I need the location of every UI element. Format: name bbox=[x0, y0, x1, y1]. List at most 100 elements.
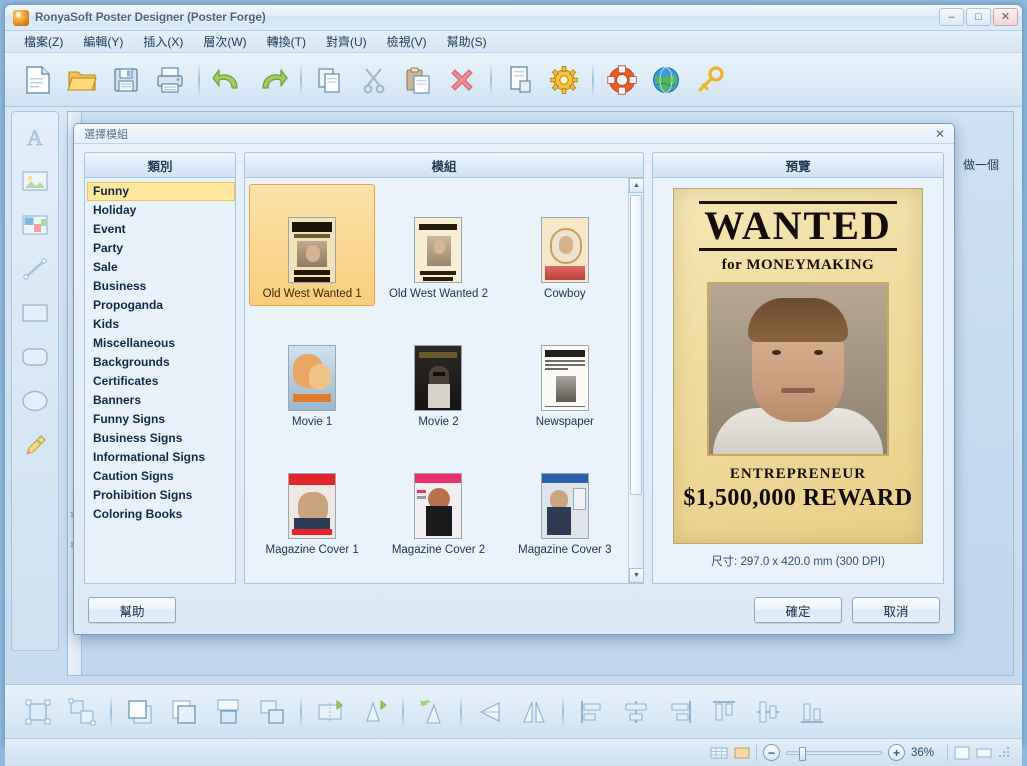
template-item-old-west-wanted-2[interactable]: Old West Wanted 2 bbox=[375, 184, 501, 306]
page-color-icon[interactable] bbox=[734, 746, 750, 760]
new-document-button[interactable] bbox=[17, 59, 59, 101]
template-item-old-west-wanted-1[interactable]: Old West Wanted 1 bbox=[249, 184, 375, 306]
template-scrollbar[interactable]: ▲ ▼ bbox=[628, 178, 643, 583]
template-item-movie-2[interactable]: Movie 2 bbox=[375, 312, 501, 434]
ellipse-tool-button[interactable] bbox=[16, 382, 54, 420]
category-item-funny-signs[interactable]: Funny Signs bbox=[87, 410, 235, 429]
cancel-button[interactable]: 取消 bbox=[852, 597, 940, 623]
align-right-button[interactable] bbox=[659, 691, 701, 733]
menu-file[interactable]: 檔案(Z) bbox=[15, 31, 72, 52]
fit-width-icon[interactable] bbox=[976, 746, 992, 760]
menu-layer[interactable]: 層次(W) bbox=[194, 31, 255, 52]
category-item-sale[interactable]: Sale bbox=[87, 258, 235, 277]
template-item-newspaper[interactable]: Newspaper bbox=[502, 312, 628, 434]
help-button[interactable]: 幫助 bbox=[88, 597, 176, 623]
line-tool-button[interactable] bbox=[16, 250, 54, 288]
scrollbar-thumb[interactable] bbox=[630, 195, 642, 495]
rounded-rectangle-tool-button[interactable] bbox=[16, 338, 54, 376]
send-backward-button[interactable] bbox=[251, 691, 293, 733]
grid-view-icon[interactable] bbox=[710, 746, 728, 760]
zoom-in-button[interactable]: + bbox=[888, 744, 905, 761]
category-item-banners[interactable]: Banners bbox=[87, 391, 235, 410]
save-button[interactable] bbox=[105, 59, 147, 101]
menu-view[interactable]: 檢視(V) bbox=[378, 31, 436, 52]
close-button[interactable]: ✕ bbox=[993, 8, 1018, 26]
undo-button[interactable] bbox=[207, 59, 249, 101]
category-item-certificates[interactable]: Certificates bbox=[87, 372, 235, 391]
ok-button[interactable]: 確定 bbox=[754, 597, 842, 623]
align-top-button[interactable] bbox=[703, 691, 745, 733]
settings-button[interactable] bbox=[543, 59, 585, 101]
template-scroll-area[interactable]: Old West Wanted 1 bbox=[245, 178, 628, 583]
mirror-button[interactable] bbox=[469, 691, 511, 733]
category-item-business-signs[interactable]: Business Signs bbox=[87, 429, 235, 448]
copy-button[interactable] bbox=[309, 59, 351, 101]
menu-edit[interactable]: 編輯(Y) bbox=[74, 31, 132, 52]
skew-button[interactable] bbox=[513, 691, 555, 733]
category-item-prohibition-signs[interactable]: Prohibition Signs bbox=[87, 486, 235, 505]
zoom-slider[interactable] bbox=[786, 751, 882, 755]
category-list[interactable]: Funny Holiday Event Party Sale Business … bbox=[84, 178, 236, 584]
pencil-tool-button[interactable] bbox=[16, 426, 54, 464]
clipart-tool-button[interactable] bbox=[16, 206, 54, 244]
category-item-miscellaneous[interactable]: Miscellaneous bbox=[87, 334, 235, 353]
align-left-button[interactable] bbox=[571, 691, 613, 733]
ungroup-button[interactable] bbox=[61, 691, 103, 733]
open-folder-button[interactable] bbox=[61, 59, 103, 101]
flip-vertical-button[interactable] bbox=[353, 691, 395, 733]
image-tool-button[interactable] bbox=[16, 162, 54, 200]
category-item-party[interactable]: Party bbox=[87, 239, 235, 258]
group-button[interactable] bbox=[17, 691, 59, 733]
minimize-button[interactable]: – bbox=[939, 8, 964, 26]
template-item-billboard-3[interactable]: Billboard 3 bbox=[502, 568, 628, 584]
template-item-cowboy[interactable]: Cowboy bbox=[502, 184, 628, 306]
category-item-kids[interactable]: Kids bbox=[87, 315, 235, 334]
menu-transform[interactable]: 轉換(T) bbox=[258, 31, 315, 52]
template-item-magazine-cover-3[interactable]: Magazine Cover 3 bbox=[502, 440, 628, 562]
website-button[interactable] bbox=[645, 59, 687, 101]
align-middle-button[interactable] bbox=[747, 691, 789, 733]
cut-button[interactable] bbox=[353, 59, 395, 101]
category-item-coloring-books[interactable]: Coloring Books bbox=[87, 505, 235, 524]
redo-button[interactable] bbox=[251, 59, 293, 101]
menu-align[interactable]: 對齊(U) bbox=[317, 31, 376, 52]
category-item-caution-signs[interactable]: Caution Signs bbox=[87, 467, 235, 486]
print-button[interactable] bbox=[149, 59, 191, 101]
align-bottom-button[interactable] bbox=[791, 691, 833, 733]
paste-button[interactable] bbox=[397, 59, 439, 101]
license-key-button[interactable] bbox=[689, 59, 731, 101]
flip-horizontal-button[interactable] bbox=[309, 691, 351, 733]
category-item-funny[interactable]: Funny bbox=[87, 182, 235, 201]
menu-help[interactable]: 幫助(S) bbox=[438, 31, 496, 52]
send-to-back-button[interactable] bbox=[163, 691, 205, 733]
page-properties-button[interactable] bbox=[499, 59, 541, 101]
template-item-magazine-cover-1[interactable]: Magazine Cover 1 bbox=[249, 440, 375, 562]
menu-insert[interactable]: 插入(X) bbox=[134, 31, 192, 52]
scroll-up-arrow-icon[interactable]: ▲ bbox=[629, 178, 644, 193]
category-item-backgrounds[interactable]: Backgrounds bbox=[87, 353, 235, 372]
bring-forward-button[interactable] bbox=[207, 691, 249, 733]
rotate-left-button[interactable] bbox=[411, 691, 453, 733]
maximize-button[interactable]: □ bbox=[966, 8, 991, 26]
help-button[interactable] bbox=[601, 59, 643, 101]
resize-grip[interactable] bbox=[998, 746, 1012, 760]
template-item-movie-1[interactable]: Movie 1 bbox=[249, 312, 375, 434]
category-item-business[interactable]: Business bbox=[87, 277, 235, 296]
category-item-propoganda[interactable]: Propoganda bbox=[87, 296, 235, 315]
fit-page-icon[interactable] bbox=[954, 746, 970, 760]
template-item-magazine-cover-2[interactable]: Magazine Cover 2 bbox=[375, 440, 501, 562]
category-item-event[interactable]: Event bbox=[87, 220, 235, 239]
scroll-down-arrow-icon[interactable]: ▼ bbox=[629, 568, 644, 583]
category-item-holiday[interactable]: Holiday bbox=[87, 201, 235, 220]
zoom-slider-thumb[interactable] bbox=[799, 747, 806, 761]
template-item-billboard-2[interactable]: Billboard 2 bbox=[375, 568, 501, 584]
dialog-close-button[interactable]: ✕ bbox=[932, 126, 948, 142]
bring-to-front-button[interactable] bbox=[119, 691, 161, 733]
template-item-billboard-1[interactable]: Billboard 1 bbox=[249, 568, 375, 584]
text-tool-button[interactable]: A bbox=[16, 118, 54, 156]
rectangle-tool-button[interactable] bbox=[16, 294, 54, 332]
delete-button[interactable] bbox=[441, 59, 483, 101]
zoom-out-button[interactable]: − bbox=[763, 744, 780, 761]
align-center-button[interactable] bbox=[615, 691, 657, 733]
category-item-informational-signs[interactable]: Informational Signs bbox=[87, 448, 235, 467]
